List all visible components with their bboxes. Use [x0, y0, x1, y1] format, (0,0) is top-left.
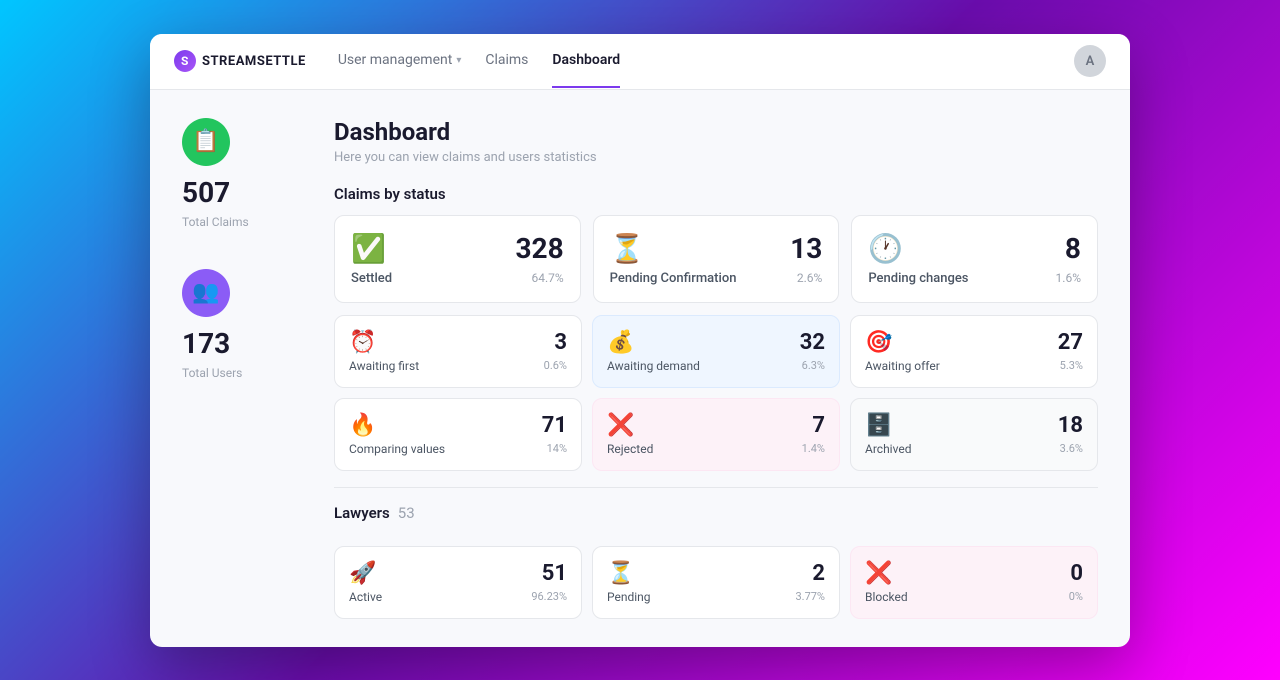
awaiting-demand-icon: 💰 — [607, 330, 634, 355]
rejected-number: 7 — [812, 413, 825, 438]
lawyers-pending-card[interactable]: ⏳ 2 Pending 3.77% — [592, 546, 840, 619]
pending-confirmation-card[interactable]: ⏳ 13 Pending Confirmation 2.6% — [593, 215, 840, 303]
awaiting-demand-card[interactable]: 💰 32 Awaiting demand 6.3% — [592, 315, 840, 388]
comparing-values-number: 71 — [542, 413, 567, 438]
lawyers-blocked-pct: 0% — [1069, 590, 1083, 603]
page-title: Dashboard — [334, 118, 1098, 146]
settled-card[interactable]: ✅ 328 Settled 64.7% — [334, 215, 581, 303]
settled-pct: 64.7% — [531, 271, 563, 285]
awaiting-demand-number: 32 — [800, 330, 825, 355]
lawyers-blocked-label: Blocked — [865, 590, 908, 604]
archived-card[interactable]: 🗄️ 18 Archived 3.6% — [850, 398, 1098, 471]
settled-label: Settled — [351, 271, 392, 286]
awaiting-first-label: Awaiting first — [349, 359, 419, 373]
top-cards: ✅ 328 Settled 64.7% ⏳ 13 — [334, 215, 1098, 303]
lawyers-pending-label: Pending — [607, 590, 651, 604]
total-claims-number: 507 — [182, 176, 230, 209]
pending-confirmation-number: 13 — [790, 232, 822, 265]
claims-icon: 📋 — [182, 118, 230, 166]
awaiting-first-number: 3 — [554, 330, 567, 355]
lawyers-active-card[interactable]: 🚀 51 Active 96.23% — [334, 546, 582, 619]
lawyers-blocked-number: 0 — [1070, 561, 1083, 586]
lawyers-active-pct: 96.23% — [531, 590, 567, 603]
claims-by-status-section: Claims by status ✅ 328 Settled 64.7% — [334, 185, 1098, 471]
nav-user-management[interactable]: User management ▾ — [338, 34, 462, 88]
user-avatar[interactable]: A — [1074, 45, 1106, 77]
awaiting-offer-card[interactable]: 🎯 27 Awaiting offer 5.3% — [850, 315, 1098, 388]
awaiting-offer-number: 27 — [1058, 330, 1083, 355]
small-cards-row2: 🔥 71 Comparing values 14% ❌ 7 — [334, 398, 1098, 471]
chevron-down-icon: ▾ — [456, 55, 461, 66]
nav-claims[interactable]: Claims — [485, 34, 528, 88]
pending-changes-icon: 🕐 — [868, 232, 903, 265]
pending-changes-label: Pending changes — [868, 271, 968, 286]
rejected-icon: ❌ — [607, 413, 634, 438]
lawyers-active-label: Active — [349, 590, 382, 604]
settled-icon: ✅ — [351, 232, 386, 265]
awaiting-demand-pct: 6.3% — [802, 359, 825, 372]
total-users-label: Total Users — [182, 366, 242, 380]
awaiting-demand-label: Awaiting demand — [607, 359, 700, 373]
total-claims-label: Total Claims — [182, 215, 249, 229]
pending-changes-pct: 1.6% — [1056, 271, 1081, 285]
comparing-values-pct: 14% — [547, 442, 567, 455]
total-users-block: 👥 173 Total Users — [182, 269, 302, 380]
lawyers-active-icon: 🚀 — [349, 561, 376, 586]
lawyers-pending-pct: 3.77% — [795, 590, 825, 603]
awaiting-first-icon: ⏰ — [349, 330, 376, 355]
app-name: STREAMSETTLE — [202, 54, 306, 69]
lawyers-count: 53 — [398, 504, 415, 522]
total-users-number: 173 — [182, 327, 230, 360]
total-claims-block: 📋 507 Total Claims — [182, 118, 302, 229]
lawyers-blocked-card[interactable]: ❌ 0 Blocked 0% — [850, 546, 1098, 619]
main-content: 📋 507 Total Claims 👥 173 Total Users Das… — [150, 90, 1130, 647]
awaiting-first-card[interactable]: ⏰ 3 Awaiting first 0.6% — [334, 315, 582, 388]
pending-confirmation-icon: ⏳ — [610, 232, 645, 265]
left-stats: 📋 507 Total Claims 👥 173 Total Users — [182, 118, 302, 619]
logo: S STREAMSETTLE — [174, 50, 306, 72]
awaiting-first-pct: 0.6% — [544, 359, 567, 372]
lawyers-section: Lawyers 53 🚀 51 Active 96.23% — [334, 504, 1098, 619]
page-subtitle: Here you can view claims and users stati… — [334, 150, 1098, 165]
pending-changes-card[interactable]: 🕐 8 Pending changes 1.6% — [851, 215, 1098, 303]
archived-icon: 🗄️ — [865, 413, 892, 438]
comparing-values-label: Comparing values — [349, 442, 445, 456]
rejected-pct: 1.4% — [802, 442, 825, 455]
users-icon: 👥 — [182, 269, 230, 317]
archived-number: 18 — [1058, 413, 1083, 438]
comparing-values-card[interactable]: 🔥 71 Comparing values 14% — [334, 398, 582, 471]
awaiting-offer-label: Awaiting offer — [865, 359, 940, 373]
settled-number: 328 — [515, 232, 563, 265]
lawyers-blocked-icon: ❌ — [865, 561, 892, 586]
lawyers-pending-number: 2 — [812, 561, 825, 586]
awaiting-offer-pct: 5.3% — [1060, 359, 1083, 372]
archived-label: Archived — [865, 442, 911, 456]
divider — [334, 487, 1098, 488]
rejected-label: Rejected — [607, 442, 653, 456]
comparing-values-icon: 🔥 — [349, 413, 376, 438]
lawyers-pending-icon: ⏳ — [607, 561, 634, 586]
nav-dashboard[interactable]: Dashboard — [552, 34, 620, 88]
navbar: S STREAMSETTLE User management ▾ Claims … — [150, 34, 1130, 90]
archived-pct: 3.6% — [1060, 442, 1083, 455]
lawyers-section-title: Lawyers — [334, 504, 390, 522]
nav-links: User management ▾ Claims Dashboard — [338, 34, 1042, 88]
pending-confirmation-label: Pending Confirmation — [610, 271, 737, 286]
pending-confirmation-pct: 2.6% — [797, 271, 822, 285]
lawyers-cards: 🚀 51 Active 96.23% ⏳ 2 — [334, 546, 1098, 619]
awaiting-offer-icon: 🎯 — [865, 330, 892, 355]
rejected-card[interactable]: ❌ 7 Rejected 1.4% — [592, 398, 840, 471]
lawyers-active-number: 51 — [542, 561, 567, 586]
lawyers-header: Lawyers 53 — [334, 504, 1098, 534]
claims-section-title: Claims by status — [334, 185, 1098, 203]
pending-changes-number: 8 — [1065, 232, 1081, 265]
dashboard-area: Dashboard Here you can view claims and u… — [334, 118, 1098, 619]
logo-icon: S — [174, 50, 196, 72]
small-cards-row1: ⏰ 3 Awaiting first 0.6% 💰 32 — [334, 315, 1098, 388]
